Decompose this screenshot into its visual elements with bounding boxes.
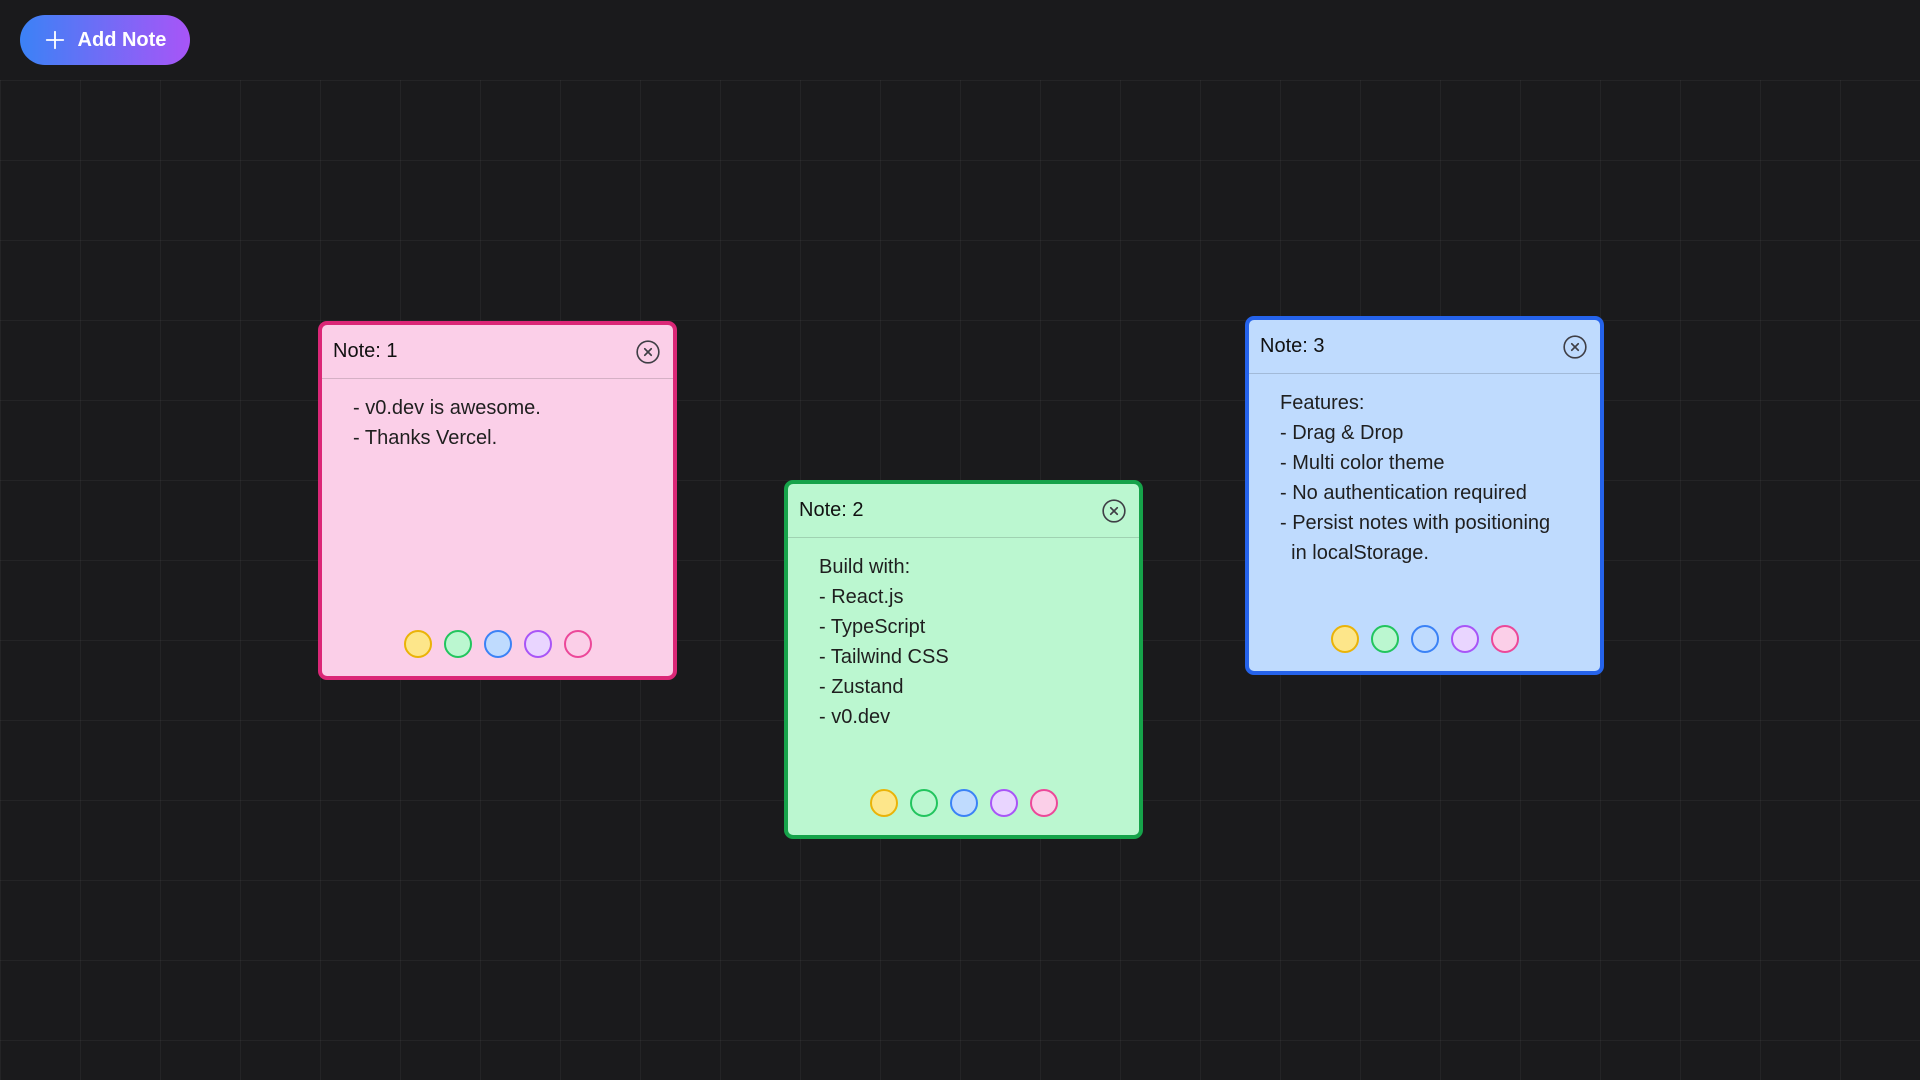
note-header[interactable]: Note: 1 bbox=[322, 325, 673, 379]
add-note-button[interactable]: Add Note bbox=[20, 15, 190, 65]
color-swatch-purple[interactable] bbox=[1450, 625, 1479, 653]
note-card-1[interactable]: Note: 1 - v0.dev is awesome. - Thanks Ve… bbox=[318, 321, 677, 680]
note-content[interactable]: - v0.dev is awesome. - Thanks Vercel. bbox=[322, 379, 673, 630]
note-card-2[interactable]: Note: 2 Build with: - React.js - TypeScr… bbox=[784, 480, 1143, 839]
color-picker bbox=[322, 630, 673, 676]
note-content[interactable]: Features: - Drag & Drop - Multi color th… bbox=[1249, 374, 1600, 625]
close-circle-icon bbox=[1102, 498, 1126, 523]
color-swatch-green[interactable] bbox=[443, 630, 472, 658]
color-swatch-pink[interactable] bbox=[563, 630, 592, 658]
close-note-button[interactable] bbox=[635, 339, 661, 365]
color-swatch-blue[interactable] bbox=[1410, 625, 1439, 653]
color-swatch-blue[interactable] bbox=[949, 789, 978, 817]
plus-icon bbox=[45, 30, 64, 50]
close-note-button[interactable] bbox=[1101, 498, 1127, 524]
notes-canvas: Note: 1 - v0.dev is awesome. - Thanks Ve… bbox=[0, 80, 1920, 1080]
note-title: Note: 2 bbox=[799, 499, 864, 521]
color-swatch-pink[interactable] bbox=[1029, 789, 1058, 817]
add-note-label: Add Note bbox=[77, 28, 167, 51]
color-swatch-purple[interactable] bbox=[989, 789, 1018, 817]
color-picker bbox=[1249, 625, 1600, 671]
color-swatch-yellow[interactable] bbox=[1330, 625, 1359, 653]
color-swatch-pink[interactable] bbox=[1490, 625, 1519, 653]
note-card-3[interactable]: Note: 3 Features: - Drag & Drop - Multi … bbox=[1245, 316, 1604, 675]
close-circle-icon bbox=[636, 339, 660, 364]
note-title: Note: 1 bbox=[333, 340, 398, 362]
note-header[interactable]: Note: 3 bbox=[1249, 320, 1600, 374]
color-swatch-yellow[interactable] bbox=[869, 789, 898, 817]
note-header[interactable]: Note: 2 bbox=[788, 484, 1139, 538]
note-title: Note: 3 bbox=[1260, 335, 1325, 357]
close-note-button[interactable] bbox=[1562, 334, 1588, 360]
note-content[interactable]: Build with: - React.js - TypeScript - Ta… bbox=[788, 538, 1139, 789]
color-swatch-yellow[interactable] bbox=[403, 630, 432, 658]
close-circle-icon bbox=[1563, 334, 1587, 359]
color-swatch-purple[interactable] bbox=[523, 630, 552, 658]
color-picker bbox=[788, 789, 1139, 835]
color-swatch-green[interactable] bbox=[909, 789, 938, 817]
color-swatch-green[interactable] bbox=[1370, 625, 1399, 653]
color-swatch-blue[interactable] bbox=[483, 630, 512, 658]
